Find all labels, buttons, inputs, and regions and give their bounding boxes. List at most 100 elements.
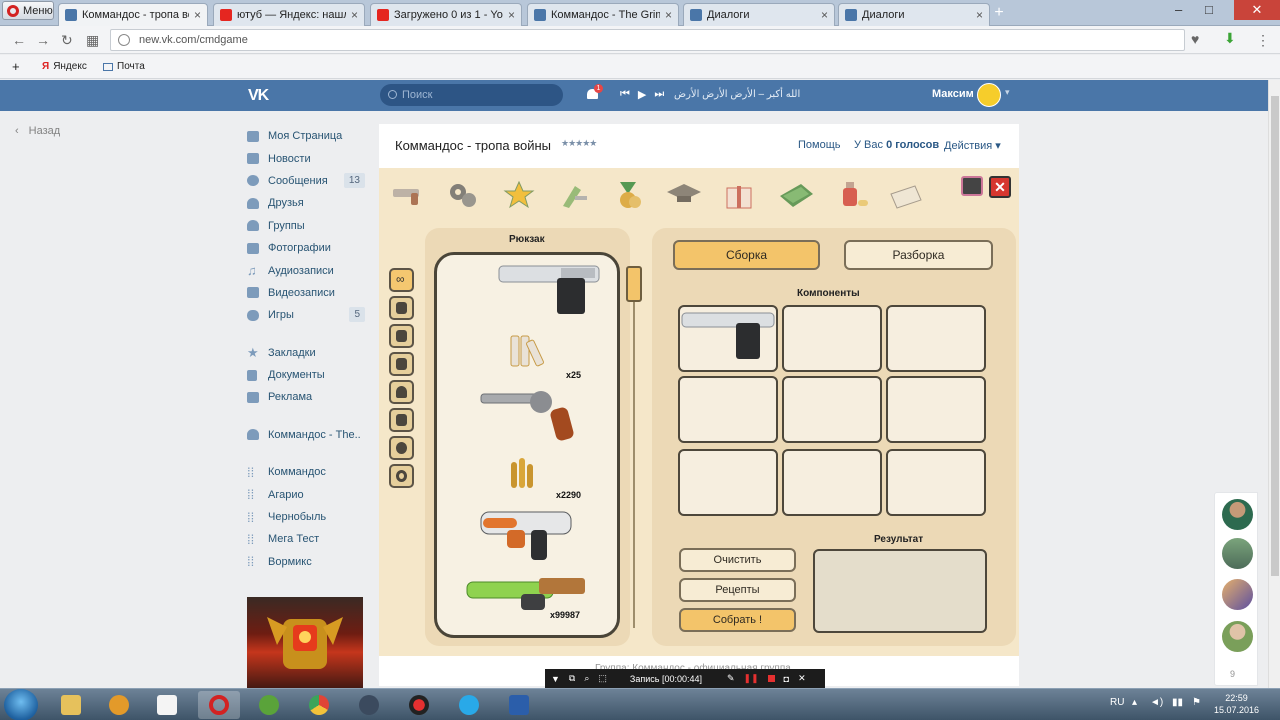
play-icon[interactable]: ▶ [638,88,646,101]
sidebar-item-games[interactable]: Игры 5 [247,304,367,326]
user-avatar[interactable] [977,83,1001,107]
screenshot-camera-icon[interactable] [961,176,983,196]
taskbar-blank-doc[interactable] [146,691,188,719]
heart-icon[interactable]: ♥ [1191,31,1199,47]
tab-disassemble[interactable]: Разборка [844,240,993,270]
sidebar-item-documents[interactable]: Документы [247,364,367,386]
sidebar-app-chernobyl[interactable]: ⁞⁞ Чернобыль [247,506,367,528]
volume-icon[interactable]: ◄) [1150,697,1163,708]
camera-icon[interactable]: ◘ [784,674,789,684]
action-center-icon[interactable]: ⚑ [1192,697,1201,708]
component-slot[interactable] [886,305,986,372]
backpack-scroll-thumb[interactable] [626,266,642,302]
component-slot[interactable] [782,376,882,443]
sidebar-item-audio[interactable]: ♫ Аудиозаписи [247,259,367,281]
add-bookmark-icon[interactable]: + [12,59,20,74]
friend-avatar[interactable] [1222,499,1253,530]
documents-tab-icon[interactable] [887,180,925,210]
category-helmets-icon[interactable] [389,380,414,404]
tab-close-icon[interactable]: × [194,8,201,22]
pause-icon[interactable]: ❚❚ [744,673,759,684]
tray-arrow-icon[interactable]: ▴ [1132,697,1137,708]
network-icon[interactable]: ▮▮ [1172,697,1183,708]
recipes-button[interactable]: Рецепты [679,578,796,602]
shotgun-shells-item[interactable] [507,330,547,370]
tab-close-icon[interactable]: × [665,8,672,22]
browser-tab[interactable]: Коммандос - тропа войны × [58,3,208,26]
sidebar-item-friends[interactable]: Друзья [247,192,367,214]
system-clock[interactable]: 22:59 15.07.2016 [1214,692,1259,716]
category-armor-icon[interactable] [389,352,414,376]
component-slot[interactable] [678,305,778,372]
minimize-icon[interactable]: – [1175,2,1182,17]
chevron-down-icon[interactable]: ▾ [1005,87,1010,98]
taskbar-chrome[interactable] [298,691,340,719]
browser-tab[interactable]: Диалоги × [683,3,835,26]
download-icon[interactable]: ⬇ [1224,30,1236,47]
sidebar-item-photos[interactable]: Фотографии [247,237,367,259]
url-input[interactable]: new.vk.com/cmdgame [110,29,1185,51]
opera-menu-button[interactable]: Меню [2,1,54,20]
component-slot[interactable] [678,449,778,516]
component-slot[interactable] [678,376,778,443]
window-close-icon[interactable]: ✕ [1234,0,1280,20]
medals-tab-icon[interactable] [610,180,648,210]
vk-logo[interactable]: VK [248,87,269,105]
component-slot[interactable] [782,449,882,516]
sidebar-item-video[interactable]: Видеозаписи [247,282,367,304]
category-ammo-icon[interactable] [389,324,414,348]
sidebar-app-wormix[interactable]: ⁞⁞ Вормикс [247,551,367,573]
dropdown-icon[interactable]: ▼ [551,674,560,684]
sidebar-item-news[interactable]: Новости [247,147,367,169]
start-button[interactable] [4,689,38,720]
money-tab-icon[interactable] [777,180,815,210]
close-game-icon[interactable]: ✕ [989,176,1011,198]
tab-close-icon[interactable]: × [821,8,828,22]
input-language[interactable]: RU [1110,697,1124,708]
region-icon[interactable]: ⬚ [598,673,607,684]
sidebar-item-ads[interactable]: Реклама [247,386,367,408]
new-tab-button[interactable]: + [990,4,1008,22]
tools-tab-icon[interactable] [555,180,593,210]
tab-close-icon[interactable]: × [976,8,983,22]
bookmark-mail[interactable]: Почта [103,61,145,72]
sidebar-item-groups[interactable]: Группы [247,215,367,237]
component-slot[interactable] [886,449,986,516]
close-icon[interactable]: ✕ [798,673,806,684]
notifications-bell-icon[interactable]: 1 [586,84,603,101]
sidebar-item-community[interactable]: Коммандос - The.. [247,424,367,446]
taskbar-utorrent[interactable] [248,691,290,719]
blaster-item[interactable] [477,504,577,564]
sidebar-app-agario[interactable]: ⁞⁞ Агарио [247,483,367,505]
forward-arrow-icon[interactable]: → [36,32,50,48]
category-misc-icon[interactable] [389,464,414,488]
pen-icon[interactable]: ✎ [727,673,735,684]
reload-icon[interactable]: ↻ [61,32,73,49]
tab-close-icon[interactable]: × [351,8,358,22]
friend-avatar[interactable] [1222,621,1253,652]
result-slot[interactable] [813,549,987,633]
back-arrow-icon[interactable]: ← [12,32,26,48]
category-parts-icon[interactable] [389,436,414,460]
stop-icon[interactable] [767,675,775,682]
revolver-item[interactable] [479,386,579,444]
rifle-bullets-item[interactable] [505,454,545,494]
desert-eagle-item[interactable] [497,260,607,320]
taskbar-settings[interactable] [348,691,390,719]
browser-tab[interactable]: Диалоги × [838,3,990,26]
browser-tab[interactable]: Загружено 0 из 1 - YouTu × [370,3,522,26]
scrollbar-thumb[interactable] [1271,96,1279,576]
sidebar-item-my-page[interactable]: Моя Страница [247,125,367,147]
window-icon[interactable]: ⧉ [569,673,575,684]
component-slot[interactable] [886,376,986,443]
zoom-icon[interactable]: ⌕ [584,673,589,684]
academy-cap-icon[interactable] [665,180,703,210]
votes-link[interactable]: У Вас 0 голосов [854,139,939,151]
maximize-icon[interactable]: □ [1205,2,1213,17]
star-achievements-icon[interactable] [500,180,538,210]
next-track-icon[interactable]: ⏭ [654,88,664,101]
potion-tab-icon[interactable] [832,180,870,210]
speed-dial-icon[interactable]: ▦ [86,32,99,49]
gift-tab-icon[interactable] [720,180,758,210]
current-track-title[interactable]: الله أكبر – الأرض الأرض الأرض [674,89,800,100]
